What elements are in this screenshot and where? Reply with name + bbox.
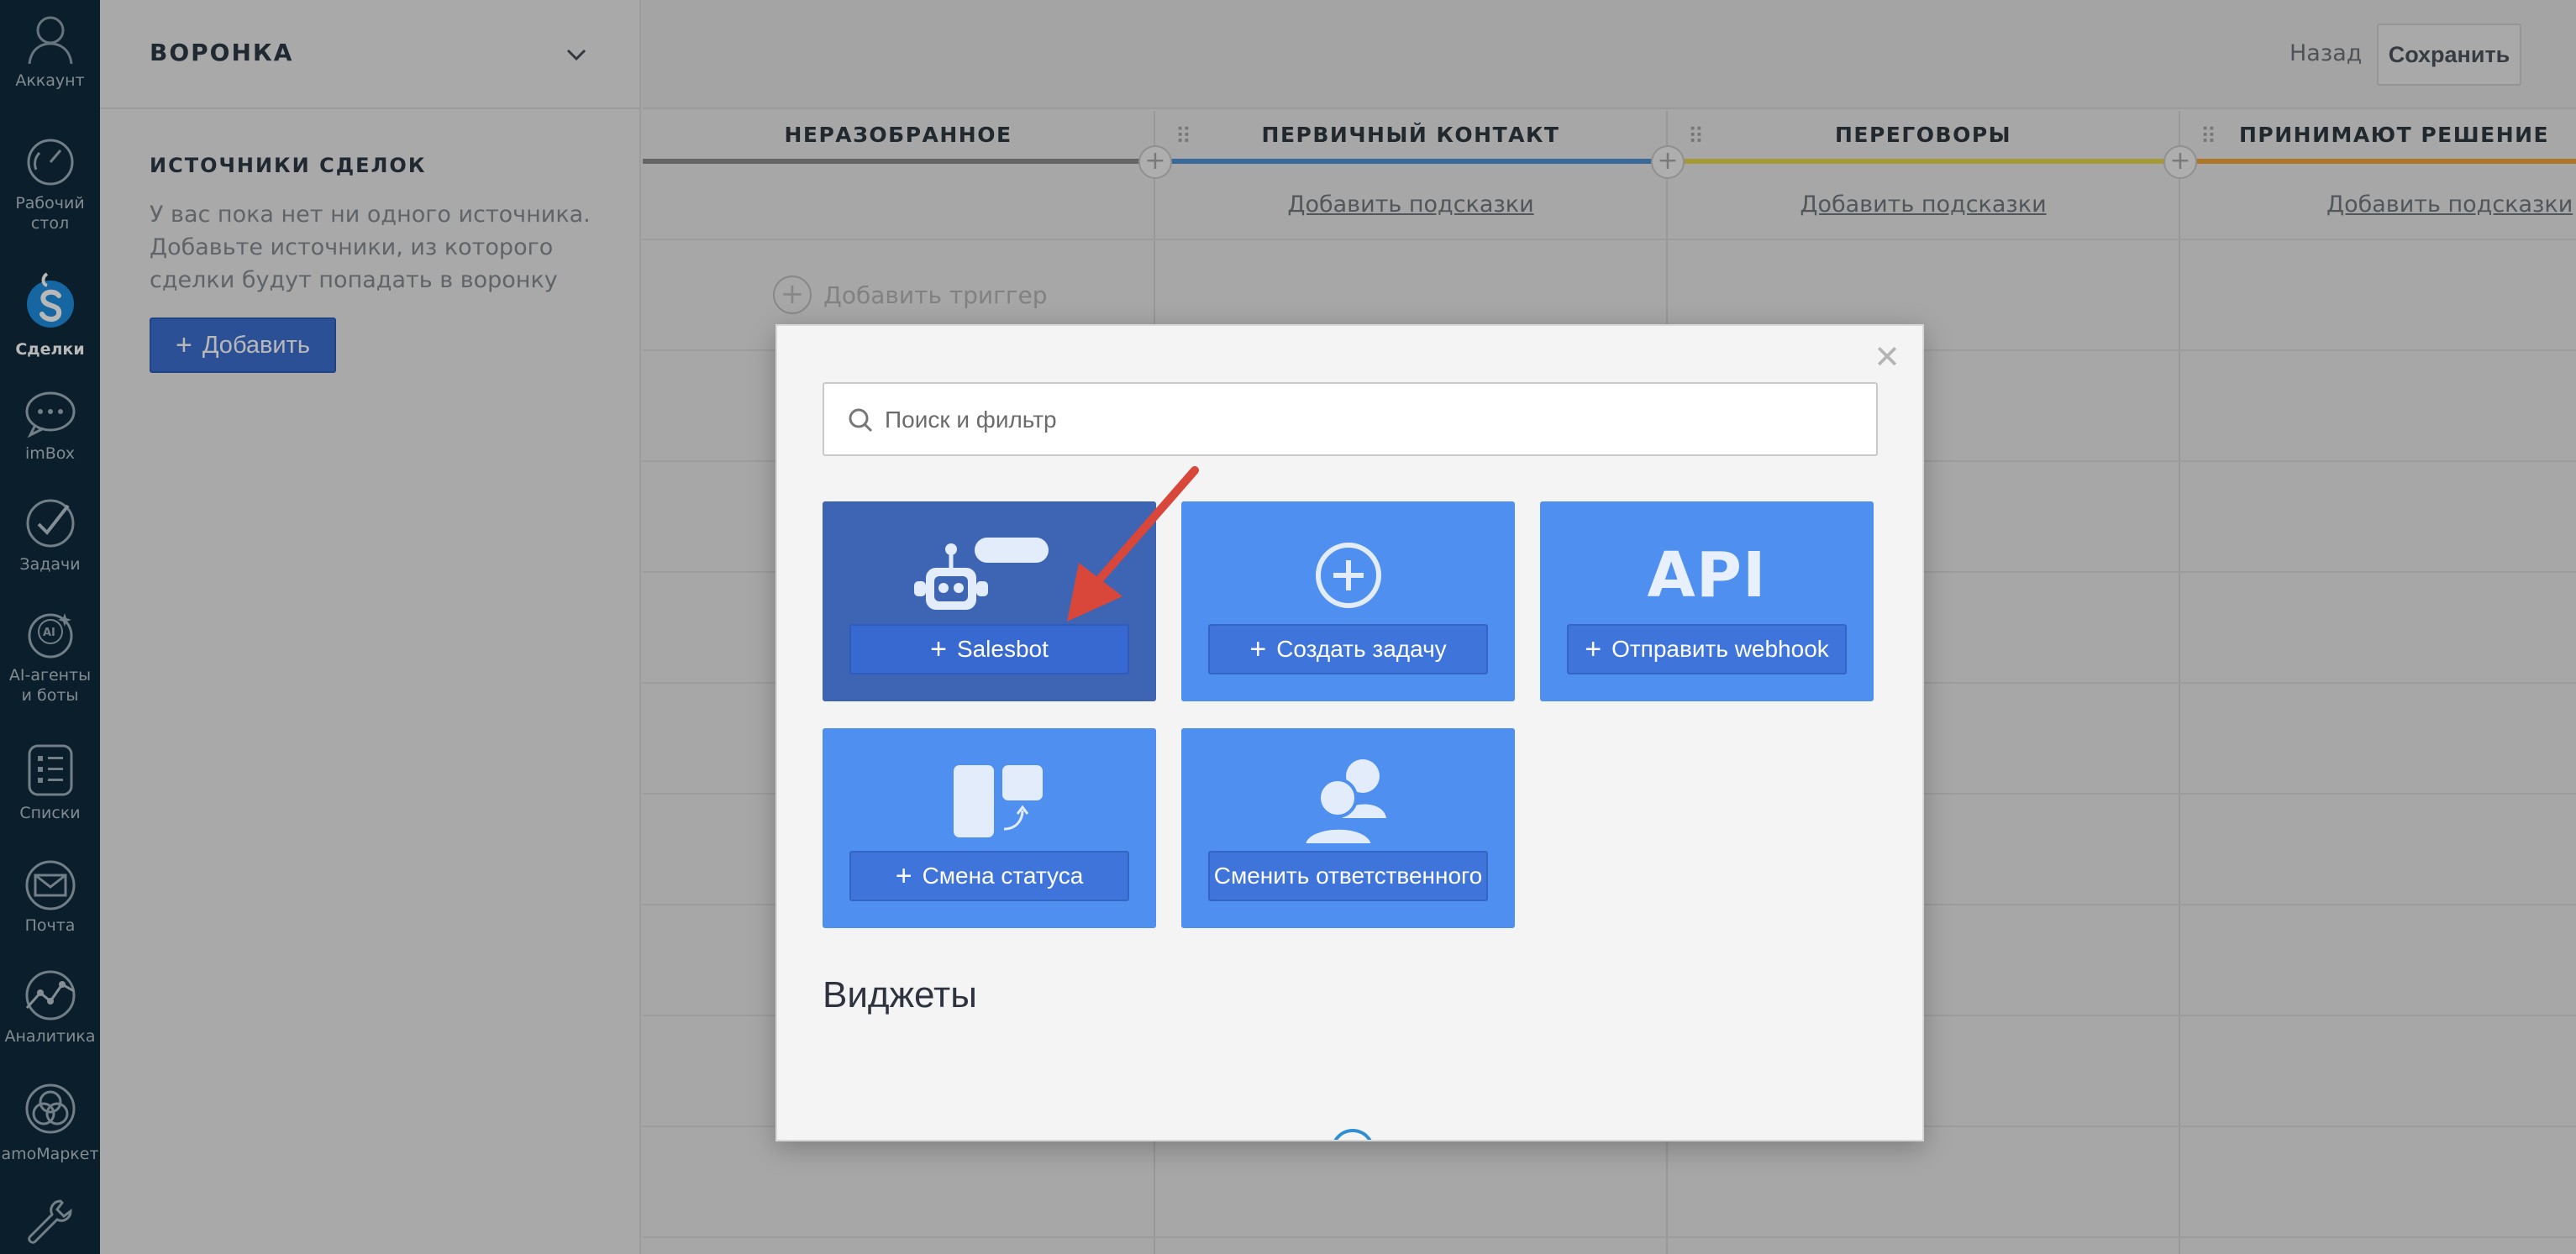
plus-circle-icon	[1315, 543, 1381, 608]
card-label: Создать задачу	[1276, 636, 1447, 662]
add-task-button[interactable]: + Создать задачу	[1208, 624, 1488, 674]
close-icon[interactable]: ✕	[1874, 341, 1900, 373]
webhook-card[interactable]: API + Отправить webhook	[1540, 501, 1874, 701]
change-status-button[interactable]: + Смена статуса	[849, 851, 1129, 901]
plus-icon: +	[930, 633, 947, 665]
change-responsible-card[interactable]: Сменить ответственного	[1181, 728, 1515, 928]
change-responsible-button[interactable]: Сменить ответственного	[1208, 851, 1488, 901]
change-responsible-icon	[1301, 759, 1386, 847]
send-webhook-button[interactable]: + Отправить webhook	[1567, 624, 1847, 674]
plus-icon: +	[1585, 633, 1602, 665]
card-label: Отправить webhook	[1611, 636, 1829, 662]
card-label: Salesbot	[956, 636, 1049, 662]
card-label: Смена статуса	[922, 863, 1084, 889]
task-illustration	[1181, 525, 1515, 626]
responsible-illustration	[1181, 752, 1515, 853]
trigger-picker-modal: ✕ + Salesbot	[775, 324, 1924, 1141]
search-box	[823, 382, 1878, 456]
card-label: Сменить ответственного	[1213, 863, 1483, 889]
annotation-arrow-icon	[1067, 466, 1199, 622]
plus-icon: +	[895, 860, 912, 892]
search-icon	[849, 408, 873, 433]
status-change-icon	[953, 765, 1043, 837]
plus-icon: +	[1249, 633, 1267, 665]
search-input[interactable]	[885, 399, 1851, 441]
widgets-heading: Виджеты	[823, 974, 977, 1015]
loading-spinner	[1322, 1120, 1384, 1140]
api-illustration: API	[1540, 525, 1874, 626]
status-change-card[interactable]: + Смена статуса	[823, 728, 1156, 928]
create-task-card[interactable]: + Создать задачу	[1181, 501, 1515, 701]
api-icon: API	[1647, 539, 1767, 611]
status-illustration	[823, 752, 1156, 853]
